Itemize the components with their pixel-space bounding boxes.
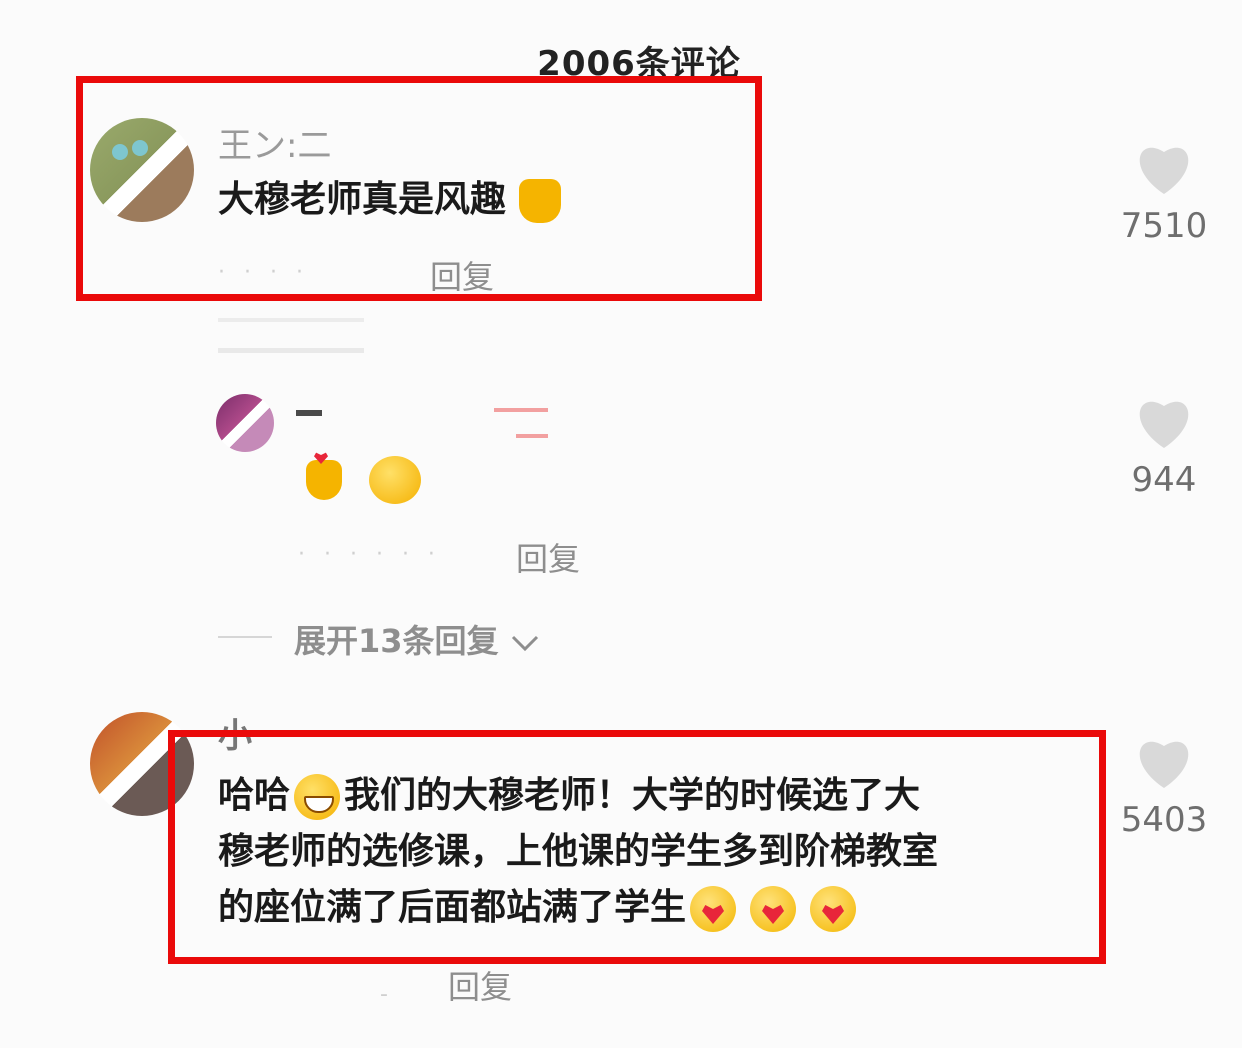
reply-button[interactable]: 回复: [448, 962, 512, 1008]
comment-text: [306, 456, 422, 504]
highlight-box: [76, 76, 762, 301]
like-count: 944: [1131, 460, 1197, 500]
comment-meta: -: [380, 982, 394, 1007]
heart-icon: [1139, 401, 1189, 448]
like-button[interactable]: 944: [1104, 396, 1224, 500]
chevron-down-icon: [511, 635, 538, 652]
heart-icon: [1139, 741, 1189, 788]
like-button[interactable]: 7510: [1104, 142, 1224, 246]
blurred-text: [218, 348, 364, 353]
blurred-text: [494, 408, 548, 412]
divider: [218, 636, 272, 638]
finger-heart-icon: [306, 460, 342, 500]
reply-button[interactable]: 回复: [516, 534, 580, 580]
blurred-text: [218, 318, 364, 322]
like-button[interactable]: 5403: [1104, 736, 1224, 840]
avatar[interactable]: [216, 394, 274, 452]
blurred-text: [516, 434, 548, 438]
comment-meta: · · · · · ·: [298, 542, 441, 567]
highlight-box: [168, 730, 1106, 964]
blurred-text: [296, 410, 322, 416]
like-count: 7510: [1120, 206, 1208, 246]
expand-replies-button[interactable]: 展开13条回复: [294, 616, 540, 662]
like-count: 5403: [1120, 800, 1208, 840]
smirk-face-icon: [369, 456, 422, 504]
heart-icon: [1139, 147, 1189, 194]
expand-replies-label: 展开13条回复: [294, 622, 499, 660]
